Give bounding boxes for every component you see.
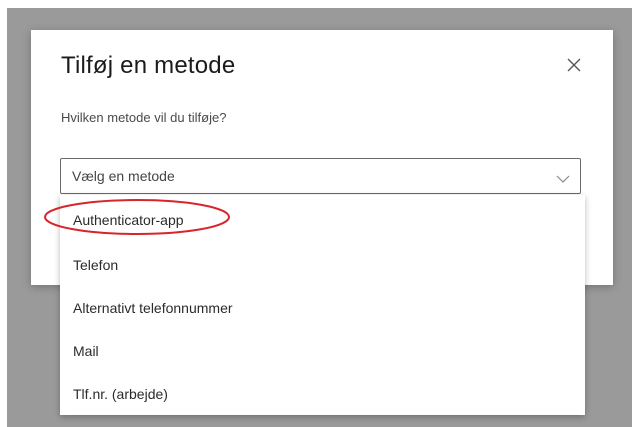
- select-placeholder: Vælg en metode: [72, 168, 175, 184]
- dialog-subtitle: Hvilken metode vil du tilføje?: [61, 110, 227, 125]
- option-telefon[interactable]: Telefon: [73, 257, 118, 273]
- close-icon: [567, 58, 581, 72]
- dialog-title: Tilføj en metode: [61, 52, 236, 79]
- option-authenticator-app[interactable]: Authenticator-app: [73, 212, 184, 228]
- option-tlf-arbejde[interactable]: Tlf.nr. (arbejde): [73, 386, 168, 402]
- method-select[interactable]: Vælg en metode: [60, 158, 581, 194]
- chevron-down-icon: [556, 171, 570, 189]
- close-button[interactable]: [563, 54, 585, 76]
- option-mail[interactable]: Mail: [73, 343, 99, 359]
- method-dropdown-list: Authenticator-app Telefon Alternativt te…: [60, 195, 585, 415]
- option-alternativt-telefonnummer[interactable]: Alternativt telefonnummer: [73, 300, 233, 316]
